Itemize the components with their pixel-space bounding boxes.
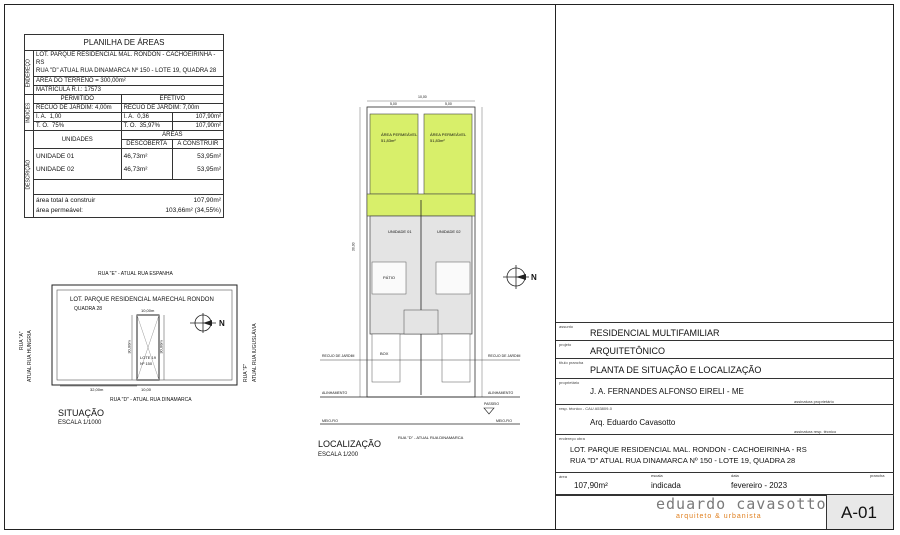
tb-area-value: 107,90m²	[574, 481, 608, 490]
tb-escala-value: indicada	[651, 481, 681, 490]
tb-endereco: endereço obra LOT. PARQUE RESIDENCIAL MA…	[556, 434, 894, 473]
tb-resp-value: Arq. Eduardo Cavasotto	[590, 418, 676, 427]
dim-10-top: 10,00m	[141, 308, 155, 313]
street-f-label: RUA "F"	[243, 363, 249, 382]
localizacao-scale: ESCALA 1/200	[318, 452, 359, 458]
tb-assunto-label: assunto	[559, 324, 574, 329]
recuo-jardim-left: RECUO DE JARDIM	[322, 354, 355, 358]
tb-proprietario: proprietário J. A. FERNANDES ALFONSO EIR…	[556, 378, 894, 405]
tb-endereco-line2: RUA "D" ATUAL RUA DINAMARCA Nº 150 - LOT…	[570, 456, 796, 465]
dim-30-right: 30,00m	[158, 340, 164, 354]
loc-dim-500b: 5,00	[445, 102, 452, 106]
tb-info-row: área 107,90m² escala indicada data fever…	[556, 472, 894, 496]
lote-number: Nº 150	[140, 361, 153, 366]
localizacao-north-icon: N	[531, 273, 537, 282]
permeable-area-2-value: 51,83m²	[430, 138, 445, 143]
tb-projeto-value: ARQUITETÔNICO	[590, 346, 666, 356]
brand-name: eduardo cavasotto	[656, 495, 827, 513]
street-f-name: ATUAL RUA IUGUSLÁVIA	[252, 323, 258, 382]
alinhamento-right: ALINHAMENTO	[488, 391, 514, 395]
situacao-north-icon: N	[219, 319, 225, 328]
loc-dim-top: 10,00	[418, 95, 427, 99]
tb-data-value: fevereiro - 2023	[731, 481, 788, 490]
tb-projeto-label: projeto	[559, 342, 572, 347]
tb-area-label: área	[559, 474, 568, 479]
tb-projeto: projeto ARQUITETÔNICO	[556, 340, 894, 359]
street-a-name: ATUAL RUA HUNGRIA	[27, 330, 33, 382]
tb-endereco-label: endereço obra	[559, 436, 585, 441]
street-a-label: RUA "A"	[19, 331, 25, 350]
dim-32: 32,00m	[90, 387, 104, 392]
situacao-title: SITUAÇÃO	[58, 408, 105, 418]
loc-street-label: RUA "D" - ATUAL RUA DINAMARCA	[398, 435, 464, 440]
box-label: BOX	[380, 351, 389, 356]
tb-proprietario-label: proprietário	[559, 380, 580, 385]
unit-2-label: UNIDADE 02	[437, 229, 461, 234]
recuo-jardim-right: RECUO DE JARDIM	[488, 354, 521, 358]
permeable-area-2: ÁREA PERMEÁVEL	[430, 132, 467, 137]
tb-titulo-label: título prancha	[559, 360, 584, 365]
tb-titulo-value: PLANTA DE SITUAÇÃO E LOCALIZAÇÃO	[590, 365, 762, 375]
tb-endereco-line1: LOT. PARQUE RESIDENCIAL MAL. RONDON - CA…	[570, 445, 807, 454]
dim-10-bottom: 10,00	[141, 387, 152, 392]
tb-assunto-value: RESIDENCIAL MULTIFAMILIAR	[590, 328, 720, 338]
patio-label: PÁTIO	[383, 275, 396, 280]
tb-titulo: título prancha PLANTA DE SITUAÇÃO E LOCA…	[556, 358, 894, 379]
loc-dim-500a: 5,00	[390, 102, 397, 106]
tb-proprietario-value: J. A. FERNANDES ALFONSO EIRELI - ME	[590, 387, 744, 396]
alinhamento-left: ALINHAMENTO	[322, 391, 348, 395]
lote-label: LOTE 19	[140, 355, 157, 360]
meio-fio-left: MEIO-FIO	[322, 419, 338, 423]
situacao-lot-name: LOT. PARQUE RESIDENCIAL MARECHAL RONDON	[70, 297, 214, 303]
dim-30-left: 30,00m	[126, 340, 132, 354]
prancha-box: A-01	[826, 495, 893, 529]
passeio-label: PASSEIO	[484, 402, 500, 406]
situacao-drawing	[51, 100, 529, 425]
tb-escala-label: escala	[651, 473, 663, 478]
tb-brand-row: eduardo cavasotto arquiteto & urbanista …	[556, 494, 894, 531]
permeable-area-1: ÁREA PERMEÁVEL	[381, 132, 418, 137]
prancha-number: A-01	[841, 503, 877, 522]
tb-responsavel: resp. técnico - CAU A53809-0 Arq. Eduard…	[556, 404, 894, 435]
tb-data-label: data	[731, 473, 739, 478]
brand-subtitle: arquiteto & urbanista	[676, 513, 762, 520]
situacao-quadra: QUADRA 28	[74, 306, 103, 312]
unit-1-label: UNIDADE 01	[388, 229, 412, 234]
meio-fio-right: MEIO-FIO	[496, 419, 512, 423]
loc-dim-side: 30,00	[351, 242, 356, 252]
tb-resp-label: resp. técnico - CAU A53809-0	[559, 406, 612, 411]
tb-prancha-label: prancha	[870, 473, 885, 478]
situacao-scale: ESCALA 1/1000	[58, 420, 102, 426]
street-e-label: RUA "E" - ATUAL RUA ESPANHA	[98, 271, 173, 277]
tb-assunto: assunto RESIDENCIAL MULTIFAMILIAR	[556, 322, 894, 341]
permeable-area-1-value: 51,83m²	[381, 138, 396, 143]
street-d-label: RUA "D" - ATUAL RUA DINAMARCA	[110, 397, 192, 403]
localizacao-title: LOCALIZAÇÃO	[318, 439, 382, 449]
